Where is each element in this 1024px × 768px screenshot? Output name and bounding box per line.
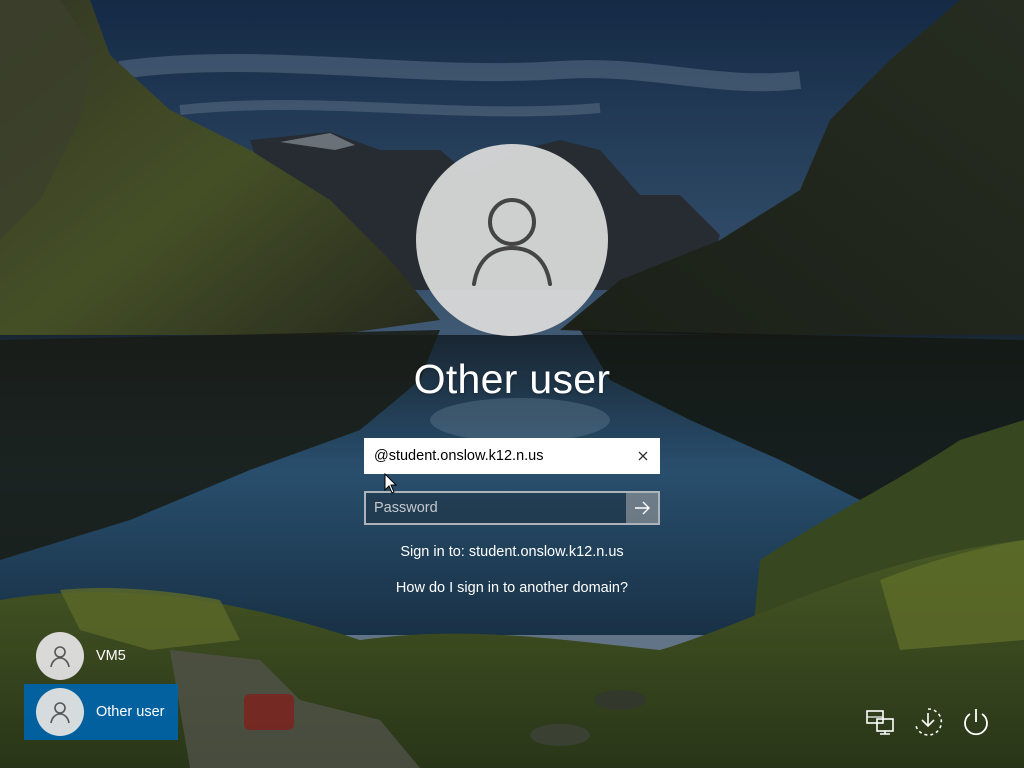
ease-of-access-button[interactable]	[910, 704, 946, 740]
user-tile-label: VM5	[96, 648, 126, 664]
password-input[interactable]	[366, 493, 626, 523]
network-icon	[866, 710, 894, 735]
network-button[interactable]	[862, 704, 898, 740]
user-tile-other-user[interactable]: Other user	[24, 684, 178, 740]
power-icon	[964, 709, 988, 736]
arrow-right-icon	[635, 501, 650, 515]
user-name-title: Other user	[413, 356, 611, 402]
mouse-cursor	[384, 473, 398, 494]
username-field[interactable]	[364, 438, 660, 474]
user-tile-vm5[interactable]: VM5	[24, 628, 178, 684]
user-icon	[50, 702, 70, 724]
user-tile-label: Other user	[96, 704, 165, 720]
user-icon	[472, 198, 552, 286]
submit-button[interactable]	[626, 493, 658, 523]
sign-in-domain-text: Sign in to: student.onslow.k12.n.us	[400, 544, 624, 560]
avatar	[36, 688, 84, 736]
user-icon	[50, 646, 70, 668]
close-icon	[638, 451, 648, 461]
user-avatar-large	[416, 144, 608, 336]
lock-screen: Other user Sign in to: student.onslow.k1…	[0, 0, 1024, 768]
username-input[interactable]	[365, 439, 627, 473]
domain-help-link[interactable]: How do I sign in to another domain?	[312, 580, 712, 596]
avatar	[36, 632, 84, 680]
power-button[interactable]	[958, 704, 994, 740]
accessibility-icon	[915, 708, 943, 736]
clear-text-button[interactable]	[627, 439, 659, 473]
password-field[interactable]	[364, 491, 660, 525]
